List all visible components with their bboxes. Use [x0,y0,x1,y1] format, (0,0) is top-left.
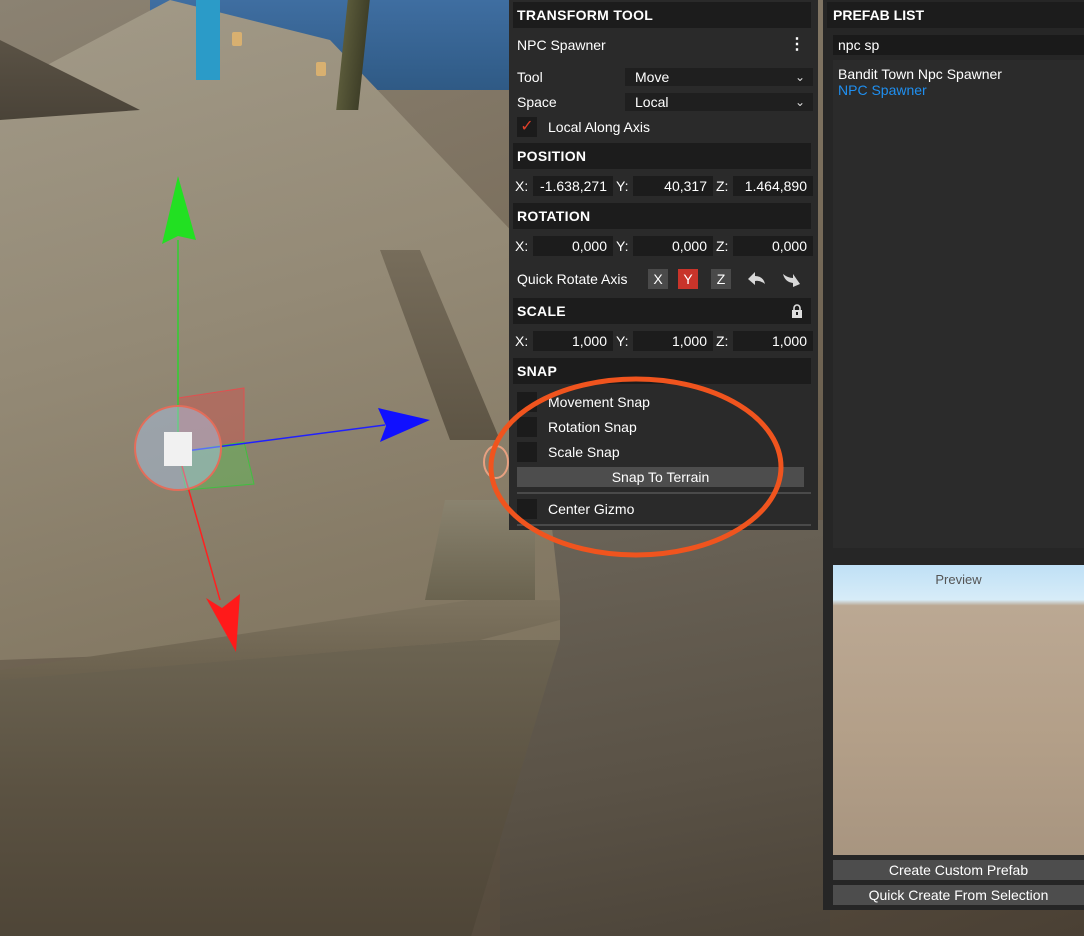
rotation-header: ROTATION [513,203,811,229]
position-z-field[interactable]: 1.464,890 [733,176,813,196]
local-along-axis-checkbox[interactable]: ✓ [517,117,537,137]
space-label: Space [517,94,557,110]
rotation-x-field[interactable]: 0,000 [533,236,613,256]
quick-rotate-x-button[interactable]: X [648,269,668,289]
tool-label: Tool [517,69,543,85]
position-x-field[interactable]: -1.638,271 [533,176,613,196]
object-name: NPC Spawner [517,37,606,53]
chevron-down-icon: ⌄ [794,95,805,109]
position-z-label: Z: [716,178,729,194]
transform-tool-header: TRANSFORM TOOL [513,2,811,28]
scale-y-field[interactable]: 1,000 [633,331,713,351]
tool-dropdown[interactable]: Move ⌄ [625,68,813,86]
tool-dropdown-value: Move [635,69,670,85]
scale-header: SCALE [513,298,811,324]
rotation-x-label: X: [515,238,529,254]
checkmark-icon: ✓ [520,118,534,135]
rotation-fields: X: 0,000 Y: 0,000 Z: 0,000 [513,236,813,258]
scale-fields: X: 1,000 Y: 1,000 Z: 1,000 [513,331,813,353]
tool-row: Tool Move ⌄ [513,66,813,88]
quick-rotate-row: Quick Rotate Axis X Y Z [513,266,811,292]
prefab-preview: Preview [833,565,1084,855]
lock-icon[interactable] [791,304,803,318]
annotation-ellipse [488,376,784,558]
local-along-axis-label: Local Along Axis [548,119,650,135]
position-header: POSITION [513,143,811,169]
gizmo-z-arrow-icon[interactable] [378,408,430,442]
quick-rotate-y-button[interactable]: Y [678,269,698,289]
quick-rotate-label: Quick Rotate Axis [517,271,628,287]
scale-y-label: Y: [616,333,629,349]
rotation-y-label: Y: [616,238,629,254]
position-fields: X: -1.638,271 Y: 40,317 Z: 1.464,890 [513,176,813,198]
list-item-selected[interactable]: NPC Spawner [838,82,927,98]
space-row: Space Local ⌄ [513,91,813,113]
preview-label: Preview [935,572,982,587]
quick-create-from-selection-button[interactable]: Quick Create From Selection [833,885,1084,905]
position-y-label: Y: [616,178,629,194]
gizmo-x-arrow-icon[interactable] [206,594,240,652]
vertical-dots-icon[interactable]: ⋮ [789,36,805,54]
scale-x-label: X: [515,333,529,349]
create-custom-prefab-button[interactable]: Create Custom Prefab [833,860,1084,880]
gizmo-center-cube[interactable] [164,432,192,466]
scale-z-field[interactable]: 1,000 [733,331,813,351]
object-name-row: NPC Spawner ⋮ [513,34,811,56]
scale-z-label: Z: [716,333,729,349]
chevron-down-icon: ⌄ [794,70,805,84]
rotation-z-label: Z: [716,238,729,254]
scale-x-field[interactable]: 1,000 [533,331,613,351]
transform-gizmo[interactable] [0,0,520,700]
gizmo-y-arrow-icon[interactable] [162,176,196,244]
prefab-list: Bandit Town Npc Spawner NPC Spawner [833,60,1084,548]
rotate-left-icon[interactable] [745,269,767,289]
prefab-list-header: PREFAB LIST [827,2,1084,28]
rotation-z-field[interactable]: 0,000 [733,236,813,256]
prefab-list-panel: PREFAB LIST Bandit Town Npc Spawner NPC … [823,0,1084,910]
list-item[interactable]: Bandit Town Npc Spawner [838,66,1002,82]
position-x-label: X: [515,178,529,194]
rotation-y-field[interactable]: 0,000 [633,236,713,256]
quick-rotate-z-button[interactable]: Z [711,269,731,289]
space-dropdown[interactable]: Local ⌄ [625,93,813,111]
local-along-axis-row: ✓ Local Along Axis [513,116,811,138]
scale-title: SCALE [517,303,566,319]
position-y-field[interactable]: 40,317 [633,176,713,196]
rotate-right-icon[interactable] [781,269,803,289]
prefab-search-input[interactable] [833,35,1084,55]
space-dropdown-value: Local [635,94,669,110]
